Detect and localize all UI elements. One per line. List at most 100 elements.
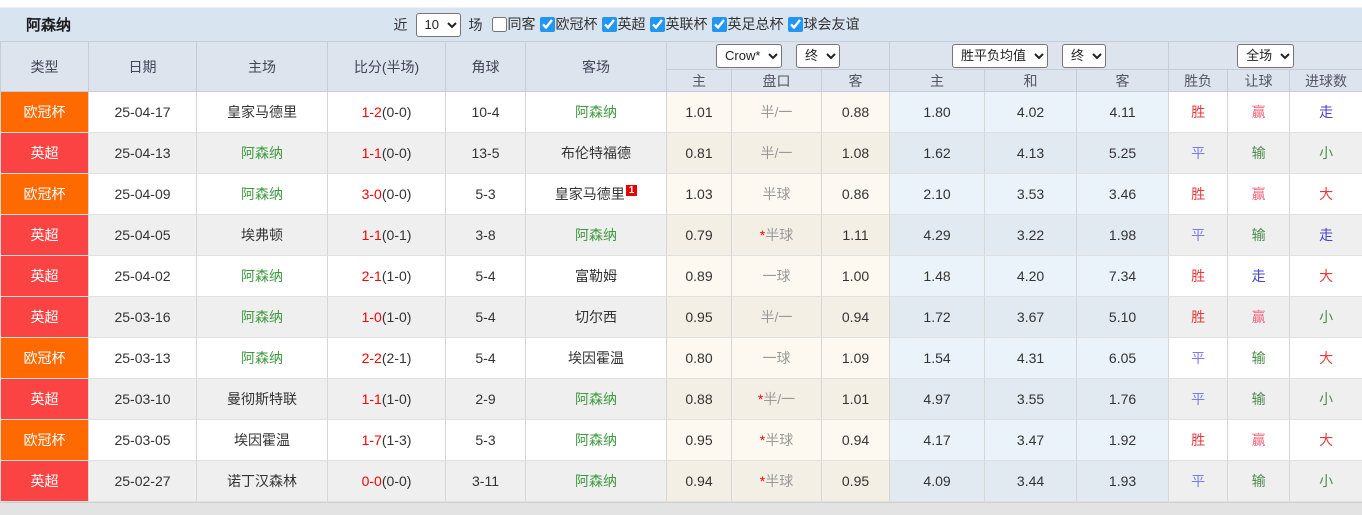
cell-handicap-away-odds: 0.94 [822,297,890,338]
cell-date: 25-04-09 [89,174,197,215]
cell-corners: 5-4 [446,256,526,297]
cell-handicap-away-odds: 1.09 [822,338,890,379]
filter-checkbox[interactable] [788,17,803,32]
cell-handicap-home-odds: 0.95 [667,420,732,461]
cell-handicap-home-odds: 0.95 [667,297,732,338]
cell-result-goals: 小 [1290,297,1362,338]
cell-away-team: 阿森纳 [526,379,667,420]
filter-同客[interactable]: 同客 [492,14,536,34]
cell-result-goals: 大 [1290,338,1362,379]
filter-list: 同客欧冠杯英超英联杯英足总杯球会友谊 [488,14,860,35]
cell-handicap-line: *半球 [732,420,822,461]
period-select[interactable]: 全场 [1237,44,1294,68]
cell-result-wdl: 平 [1169,461,1228,502]
cell-corners: 2-9 [446,379,526,420]
cell-corners: 3-8 [446,215,526,256]
filter-欧冠杯[interactable]: 欧冠杯 [540,14,598,34]
bookmaker-select[interactable]: Crow* [716,44,782,68]
cell-corners: 5-3 [446,174,526,215]
cell-competition: 欧冠杯 [1,338,89,379]
recent-count-select[interactable]: 10 [416,13,461,37]
cell-avg-away-odds: 5.10 [1077,297,1169,338]
cell-avg-away-odds: 6.05 [1077,338,1169,379]
filter-checkbox[interactable] [712,17,727,32]
cell-result-goals: 小 [1290,133,1362,174]
cell-avg-draw-odds: 3.67 [985,297,1077,338]
filter-label: 球会友谊 [804,14,860,34]
cell-handicap-home-odds: 0.81 [667,133,732,174]
col-header-type: 类型 [1,42,89,92]
filter-label: 同客 [508,14,536,34]
cell-avg-home-odds: 4.17 [890,420,985,461]
filter-checkbox[interactable] [540,17,555,32]
filter-英联杯[interactable]: 英联杯 [650,14,708,34]
filter-checkbox[interactable] [492,17,507,32]
cell-avg-draw-odds: 3.22 [985,215,1077,256]
cell-result-wdl: 胜 [1169,420,1228,461]
cell-away-team: 阿森纳 [526,215,667,256]
cell-result-handicap: 输 [1228,215,1290,256]
cell-avg-away-odds: 3.46 [1077,174,1169,215]
cell-result-goals: 大 [1290,420,1362,461]
cell-score: 2-2(2-1) [328,338,446,379]
filter-英超[interactable]: 英超 [602,14,646,34]
cell-handicap-away-odds: 1.00 [822,256,890,297]
cell-result-handicap: 输 [1228,133,1290,174]
filter-checkbox[interactable] [602,17,617,32]
sub-header-result-goals: 进球数 [1290,70,1362,92]
cell-competition: 英超 [1,256,89,297]
cell-avg-home-odds: 4.09 [890,461,985,502]
cell-score: 1-2(0-0) [328,92,446,133]
sub-header-avg-home: 主 [890,70,985,92]
handicap-odds-group-header: Crow* 终 [667,42,890,70]
cell-result-handicap: 走 [1228,256,1290,297]
table-row: 欧冠杯25-03-05埃因霍温1-7(1-3)5-3阿森纳0.95*半球0.94… [1,420,1362,461]
filter-controls: 近 10 场 同客欧冠杯英超英联杯英足总杯球会友谊 [394,13,1030,37]
cell-date: 25-03-13 [89,338,197,379]
col-header-home: 主场 [197,42,328,92]
cell-result-wdl: 胜 [1169,256,1228,297]
cell-avg-away-odds: 4.11 [1077,92,1169,133]
cell-avg-draw-odds: 4.13 [985,133,1077,174]
filter-label: 英联杯 [666,14,708,34]
filter-球会友谊[interactable]: 球会友谊 [788,14,860,34]
cell-competition: 英超 [1,461,89,502]
table-row: 欧冠杯25-04-09阿森纳3-0(0-0)5-3皇家马德里11.03半球0.8… [1,174,1362,215]
avg-type-select[interactable]: 胜平负均值 [952,44,1048,68]
cell-handicap-line: 半球 [732,174,822,215]
filter-label: 英超 [618,14,646,34]
cell-avg-draw-odds: 3.47 [985,420,1077,461]
table-row: 英超25-04-13阿森纳1-1(0-0)13-5布伦特福德0.81半/一1.0… [1,133,1362,174]
cell-date: 25-04-02 [89,256,197,297]
cell-result-wdl: 胜 [1169,297,1228,338]
avg-time-select[interactable]: 终 [1062,44,1106,68]
cell-handicap-away-odds: 0.95 [822,461,890,502]
filter-checkbox[interactable] [650,17,665,32]
bookmaker-time-select[interactable]: 终 [796,44,840,68]
cell-avg-away-odds: 1.92 [1077,420,1169,461]
cell-home-team: 阿森纳 [197,256,328,297]
cell-handicap-away-odds: 0.94 [822,420,890,461]
filter-英足总杯[interactable]: 英足总杯 [712,14,784,34]
cell-handicap-away-odds: 1.08 [822,133,890,174]
cell-avg-home-odds: 4.97 [890,379,985,420]
cell-avg-draw-odds: 3.55 [985,379,1077,420]
cell-avg-away-odds: 1.93 [1077,461,1169,502]
cell-away-team: 皇家马德里1 [526,174,667,215]
cell-handicap-line: 半/一 [732,133,822,174]
cell-away-team: 阿森纳 [526,420,667,461]
cell-competition: 欧冠杯 [1,174,89,215]
cell-result-handicap: 赢 [1228,174,1290,215]
cell-result-goals: 走 [1290,92,1362,133]
cell-away-team: 阿森纳 [526,461,667,502]
cell-corners: 5-4 [446,297,526,338]
cell-handicap-home-odds: 0.89 [667,256,732,297]
sub-header-crow-away: 客 [822,70,890,92]
cell-avg-home-odds: 4.29 [890,215,985,256]
cell-away-team: 布伦特福德 [526,133,667,174]
cell-avg-away-odds: 1.98 [1077,215,1169,256]
cell-result-wdl: 胜 [1169,92,1228,133]
avg-odds-group-header: 胜平负均值 终 [890,42,1169,70]
cell-handicap-home-odds: 1.03 [667,174,732,215]
cell-score: 1-1(1-0) [328,379,446,420]
